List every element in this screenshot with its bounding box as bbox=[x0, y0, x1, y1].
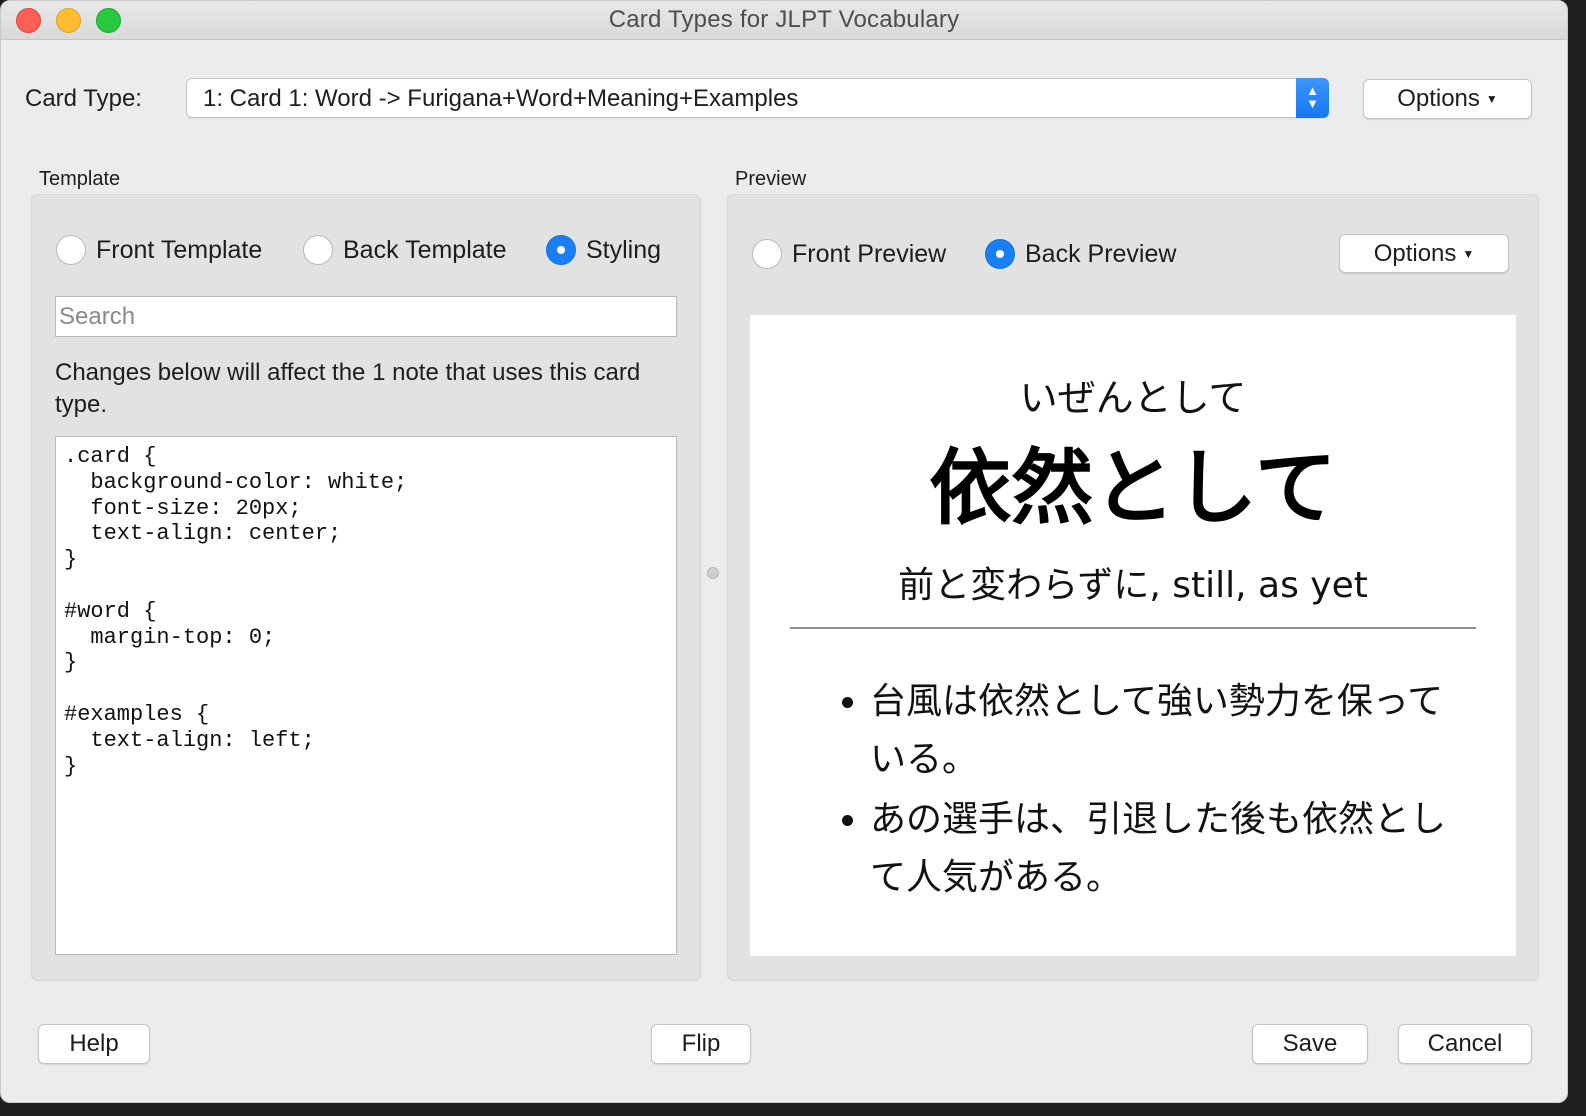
card-type-options-button[interactable]: Options ▼ bbox=[1363, 79, 1532, 119]
search-input[interactable] bbox=[55, 296, 677, 337]
preview-examples: 台風は依然として強い勢力を保っている。 あの選手は、引退した後も依然として人気が… bbox=[826, 673, 1466, 909]
example-item: あの選手は、引退した後も依然として人気がある。 bbox=[870, 791, 1466, 907]
radio-back-preview[interactable]: Back Preview bbox=[985, 239, 1176, 269]
splitter-handle[interactable] bbox=[707, 567, 719, 579]
preview-furigana: いぜんとして bbox=[1019, 376, 1247, 420]
radio-styling[interactable]: Styling bbox=[546, 235, 661, 265]
card-type-label: Card Type: bbox=[25, 85, 142, 112]
flip-button[interactable]: Flip bbox=[651, 1024, 751, 1064]
radio-back-template[interactable]: Back Template bbox=[303, 235, 507, 265]
styling-code-editor[interactable]: .card { background-color: white; font-si… bbox=[55, 436, 677, 955]
preview-section-label: Preview bbox=[735, 168, 807, 190]
template-notice: Changes below will affect the 1 note tha… bbox=[55, 359, 641, 418]
radio-button-selected[interactable] bbox=[985, 239, 1015, 269]
card-type-selected-value: 1: Card 1: Word -> Furigana+Word+Meaning… bbox=[203, 85, 799, 112]
template-section-label: Template bbox=[39, 168, 121, 190]
preview-meaning: 前と変わらずに, still, as yet bbox=[898, 565, 1368, 606]
preview-options-button[interactable]: Options ▼ bbox=[1339, 234, 1509, 273]
preview-divider bbox=[790, 627, 1476, 629]
card-preview: いぜんとして 依然として 前と変わらずに, still, as yet 台風は依… bbox=[750, 315, 1516, 956]
help-button[interactable]: Help bbox=[38, 1024, 150, 1064]
card-types-window: Card Types for JLPT Vocabulary Card Type… bbox=[0, 0, 1568, 1103]
title-bar: Card Types for JLPT Vocabulary bbox=[1, 1, 1567, 40]
preview-word: 依然として bbox=[929, 441, 1337, 536]
card-type-select[interactable]: 1: Card 1: Word -> Furigana+Word+Meaning… bbox=[186, 78, 1329, 118]
radio-button-selected[interactable] bbox=[546, 235, 576, 265]
radio-button[interactable] bbox=[56, 235, 86, 265]
example-item: 台風は依然として強い勢力を保っている。 bbox=[870, 673, 1466, 789]
radio-button[interactable] bbox=[303, 235, 333, 265]
select-stepper-icon[interactable]: ▲ ▼ bbox=[1296, 78, 1329, 118]
dropdown-caret-icon: ▼ bbox=[1462, 247, 1475, 261]
radio-label: Front Preview bbox=[792, 239, 947, 268]
preview-options-label: Options bbox=[1373, 240, 1457, 267]
radio-label: Back Template bbox=[343, 235, 507, 264]
dropdown-caret-icon: ▼ bbox=[1485, 92, 1498, 106]
radio-label: Back Preview bbox=[1025, 239, 1177, 268]
radio-front-preview[interactable]: Front Preview bbox=[752, 239, 946, 269]
radio-label: Front Template bbox=[96, 235, 263, 264]
card-type-options-label: Options bbox=[1397, 85, 1480, 112]
radio-front-template[interactable]: Front Template bbox=[56, 235, 262, 265]
radio-label: Styling bbox=[586, 235, 662, 264]
window-title: Card Types for JLPT Vocabulary bbox=[608, 6, 960, 33]
radio-button[interactable] bbox=[752, 239, 782, 269]
save-button[interactable]: Save bbox=[1252, 1024, 1368, 1064]
cancel-button[interactable]: Cancel bbox=[1398, 1024, 1532, 1064]
